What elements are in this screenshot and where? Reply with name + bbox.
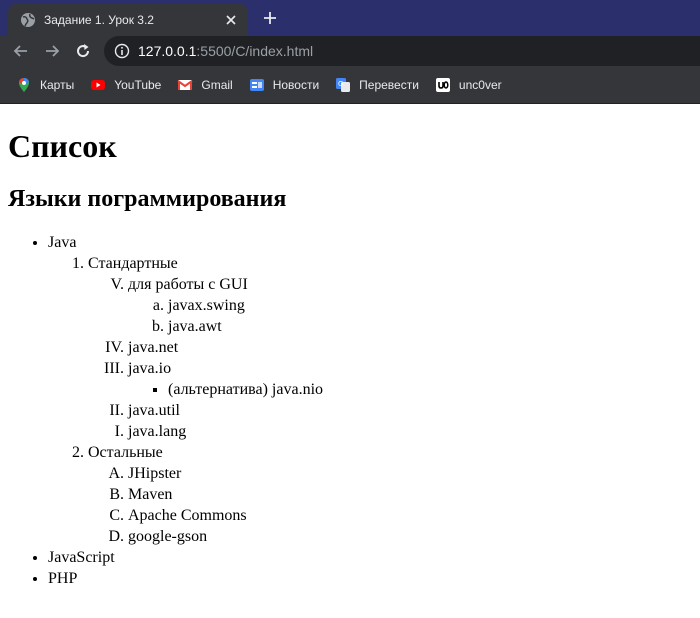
tab-title: Задание 1. Урок 3.2 bbox=[44, 13, 154, 27]
list-item-others: Остальные JHipster Maven Apache Commons … bbox=[88, 442, 692, 547]
browser-tab-active[interactable]: Задание 1. Урок 3.2 bbox=[8, 4, 248, 36]
tab-strip: Задание 1. Урок 3.2 bbox=[0, 0, 700, 36]
list-item-label: java.net bbox=[128, 339, 179, 356]
list-item-net: java.net bbox=[128, 337, 692, 358]
youtube-icon bbox=[91, 79, 106, 90]
news-icon bbox=[249, 78, 264, 91]
svg-text:G: G bbox=[338, 80, 343, 88]
list-item-label: Java bbox=[48, 234, 77, 251]
list-item-standard: Стандартные для работы с GUI javax.swing… bbox=[88, 253, 692, 442]
translate-icon: G bbox=[336, 77, 351, 92]
page-content: Список Языки пограммирования Java Станда… bbox=[0, 128, 700, 589]
list-item-label: Apache Commons bbox=[128, 507, 247, 524]
list-item-swing: javax.swing bbox=[168, 295, 692, 316]
list-item-label: (альтернатива) java.nio bbox=[168, 381, 324, 398]
unc0ver-icon bbox=[435, 77, 450, 92]
list-item-label: java.util bbox=[128, 402, 180, 419]
list-item-label: Остальные bbox=[88, 444, 163, 461]
bookmark-maps[interactable]: Карты bbox=[16, 77, 74, 93]
list-item-gui: для работы с GUI javax.swing java.awt bbox=[128, 274, 692, 337]
list-item-maven: Maven bbox=[128, 484, 692, 505]
list-item-util: java.util bbox=[128, 400, 692, 421]
bookmark-news[interactable]: Новости bbox=[249, 77, 319, 93]
bookmarks-bar: Карты YouTube Gmail Новости G Перевести … bbox=[0, 66, 700, 104]
java-categories-list: Стандартные для работы с GUI javax.swing… bbox=[48, 253, 692, 547]
list-item-label: JHipster bbox=[128, 465, 182, 482]
gui-libs-list: javax.swing java.awt bbox=[128, 295, 692, 337]
list-item-gson: google-gson bbox=[128, 526, 692, 547]
back-arrow-icon[interactable] bbox=[12, 42, 30, 60]
reload-icon[interactable] bbox=[74, 42, 92, 60]
list-item-label: google-gson bbox=[128, 528, 208, 545]
list-item-label: Стандартные bbox=[88, 255, 178, 272]
address-bar[interactable]: 127.0.0.1:5500/C/index.html bbox=[104, 36, 700, 66]
bookmark-youtube[interactable]: YouTube bbox=[90, 77, 161, 93]
list-item-nio: (альтернатива) java.nio bbox=[168, 379, 692, 400]
list-item-awt: java.awt bbox=[168, 316, 692, 337]
list-item-label: для работы с GUI bbox=[128, 276, 248, 293]
bookmark-label: Новости bbox=[272, 77, 320, 92]
browser-toolbar: 127.0.0.1:5500/C/index.html bbox=[0, 36, 700, 66]
standard-libs-list: для работы с GUI javax.swing java.awt ja… bbox=[88, 274, 692, 442]
site-info-icon[interactable] bbox=[114, 43, 130, 59]
section-heading: Языки пограммирования bbox=[8, 186, 287, 212]
bookmark-unc0ver[interactable]: unc0ver bbox=[435, 77, 502, 93]
url-text: 127.0.0.1:5500/C/index.html bbox=[138, 43, 313, 59]
list-item-java: Java Стандартные для работы с GUI javax.… bbox=[48, 232, 692, 547]
page-title: Список bbox=[8, 128, 117, 164]
list-item-label: java.awt bbox=[168, 318, 222, 335]
gmail-icon bbox=[177, 79, 193, 90]
bookmark-label: Карты bbox=[40, 77, 75, 92]
list-item-label: java.lang bbox=[128, 423, 187, 440]
globe-icon bbox=[21, 13, 35, 27]
other-libs-list: JHipster Maven Apache Commons google-gso… bbox=[88, 463, 692, 547]
list-item-io: java.io (альтернатива) java.nio bbox=[128, 358, 692, 400]
close-tab-icon[interactable] bbox=[224, 13, 238, 27]
list-item-jhipster: JHipster bbox=[128, 463, 692, 484]
new-tab-icon[interactable] bbox=[262, 10, 278, 26]
list-item-lang: java.lang bbox=[128, 421, 692, 442]
bookmark-label: unc0ver bbox=[458, 77, 502, 92]
list-item-label: java.io bbox=[128, 360, 172, 377]
list-item-label: JavaScript bbox=[48, 549, 115, 566]
list-item-commons: Apache Commons bbox=[128, 505, 692, 526]
list-item-label: javax.swing bbox=[168, 297, 245, 314]
list-item-label: PHP bbox=[48, 570, 78, 587]
bookmark-label: Перевести bbox=[359, 77, 419, 92]
maps-pin-icon bbox=[19, 77, 29, 92]
bookmark-label: Gmail bbox=[201, 77, 233, 92]
list-item-label: Maven bbox=[128, 486, 173, 503]
bookmark-gmail[interactable]: Gmail bbox=[177, 77, 233, 93]
list-item-javascript: JavaScript bbox=[48, 547, 692, 568]
languages-list: Java Стандартные для работы с GUI javax.… bbox=[8, 232, 692, 589]
url-path: :5500/C/index.html bbox=[196, 43, 314, 59]
list-item-php: PHP bbox=[48, 568, 692, 589]
url-host: 127.0.0.1 bbox=[138, 43, 197, 59]
io-alternatives-list: (альтернатива) java.nio bbox=[128, 379, 692, 400]
bookmark-label: YouTube bbox=[114, 77, 162, 92]
bookmark-translate[interactable]: G Перевести bbox=[335, 77, 419, 93]
forward-arrow-icon[interactable] bbox=[43, 42, 61, 60]
